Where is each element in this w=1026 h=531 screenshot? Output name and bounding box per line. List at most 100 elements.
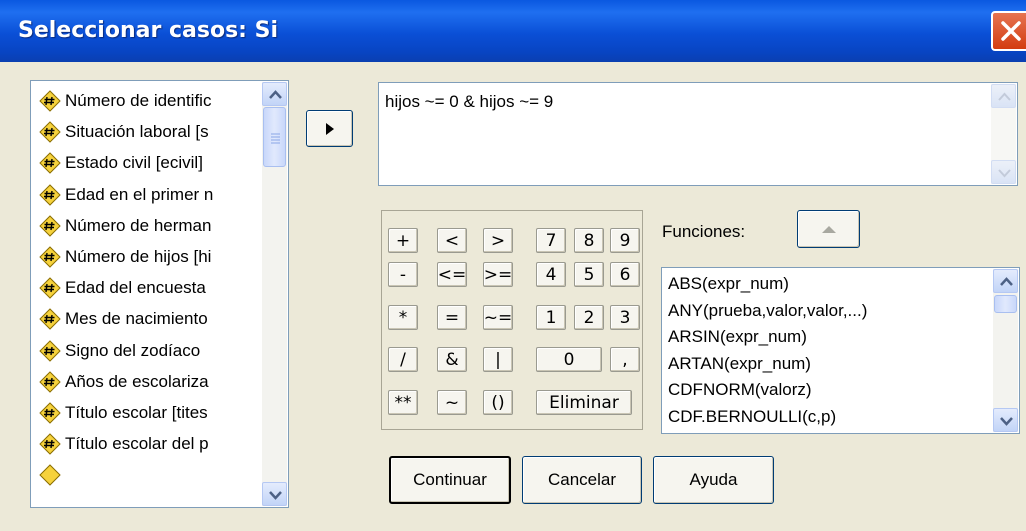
function-list-item[interactable]: ARTAN(expr_num) — [668, 353, 811, 374]
expression-textarea[interactable]: hijos ~= 0 & hijos ~= 9 — [378, 82, 1018, 186]
keypad-button[interactable]: > — [483, 228, 513, 253]
variable-list-item[interactable]: Título escolar del p — [39, 429, 209, 459]
keypad-button[interactable]: & — [437, 347, 467, 372]
expression-scroll-up[interactable] — [991, 84, 1016, 108]
keypad-button[interactable]: () — [483, 390, 513, 415]
keypad-button[interactable]: 4 — [536, 262, 566, 287]
variable-list[interactable]: Número de identific Situación laboral [s E… — [30, 80, 289, 508]
variable-list-item[interactable]: Situación laboral [s — [39, 117, 209, 147]
variable-label: Número de hijos [hi — [65, 247, 212, 266]
keypad-button[interactable]: >= — [483, 262, 513, 287]
keypad-button[interactable]: 8 — [574, 228, 604, 253]
keypad-label: , — [622, 349, 628, 370]
numeric-variable-icon — [39, 90, 61, 112]
function-list-item[interactable]: ARSIN(expr_num) — [668, 326, 807, 347]
variable-list-item[interactable]: Años de escolariza — [39, 367, 209, 397]
keypad-label: | — [495, 349, 501, 370]
variable-label: Años de escolariza — [65, 371, 209, 391]
variable-list-scrollbar[interactable] — [262, 82, 287, 506]
expression-scroll-down[interactable] — [991, 160, 1016, 184]
chevron-down-icon — [998, 169, 1011, 178]
numeric-variable-icon — [39, 464, 61, 487]
scroll-thumb[interactable] — [263, 107, 286, 167]
close-button[interactable] — [991, 11, 1026, 51]
move-variable-button[interactable] — [306, 110, 353, 147]
functions-label: Funciones: — [662, 222, 746, 241]
numeric-variable-icon — [39, 152, 61, 175]
variable-label: Estado civil [ecivil] — [65, 153, 203, 173]
chevron-up-icon — [1000, 277, 1013, 286]
keypad-button[interactable]: = — [437, 305, 467, 330]
keypad-label: > — [490, 230, 506, 251]
keypad-button[interactable]: , — [610, 347, 640, 372]
numeric-variable-icon — [39, 246, 61, 268]
keypad-button[interactable]: * — [388, 305, 418, 330]
title-bar: Seleccionar casos: Si — [0, 0, 1026, 62]
variable-list-item[interactable]: Número de herman — [39, 211, 211, 241]
chevron-up-icon — [269, 90, 282, 99]
continue-button[interactable]: Continuar — [389, 456, 511, 504]
variable-label: Edad en el primer n — [65, 184, 214, 204]
function-list-item[interactable]: ANY(prueba,valor,valor,...) — [668, 300, 867, 321]
functions-scroll-up[interactable] — [993, 269, 1018, 293]
keypad-label: () — [491, 392, 505, 413]
variable-list-item[interactable]: Mes de nacimiento — [39, 304, 208, 334]
help-button[interactable]: Ayuda — [653, 456, 774, 504]
keypad-button[interactable]: 7 — [536, 228, 566, 253]
variable-list-item[interactable]: Estado civil [ecivil] — [39, 148, 203, 178]
keypad-button[interactable]: ~ — [437, 390, 467, 415]
keypad-button[interactable]: ** — [388, 390, 418, 415]
variable-list-item[interactable]: Número de identific — [39, 86, 211, 116]
keypad-label: 7 — [545, 230, 557, 251]
continue-label: Continuar — [413, 470, 487, 489]
keypad-label: 1 — [545, 307, 557, 328]
keypad-button[interactable]: 5 — [574, 262, 604, 287]
keypad-button[interactable]: | — [483, 347, 513, 372]
keypad-label: + — [395, 230, 411, 251]
scroll-up-button[interactable] — [262, 82, 287, 106]
function-list-item[interactable]: CDF.BERNOULLI(c,p) — [668, 406, 836, 427]
keypad-button[interactable]: 3 — [610, 305, 640, 330]
keypad-button[interactable]: < — [437, 228, 467, 253]
close-icon — [1001, 21, 1021, 41]
variable-list-item-partial[interactable] — [39, 460, 61, 490]
function-list-item[interactable]: ABS(expr_num) — [668, 273, 789, 294]
arrow-right-icon — [325, 122, 334, 135]
variable-list-item[interactable]: Signo del zodíaco — [39, 336, 200, 366]
keypad-button[interactable]: 0 — [536, 347, 602, 372]
variable-label: Título escolar [tites — [65, 403, 208, 422]
scroll-down-button[interactable] — [262, 482, 287, 506]
keypad-button[interactable]: 6 — [610, 262, 640, 287]
variable-list-item[interactable]: Edad en el primer n — [39, 180, 213, 210]
keypad-button[interactable]: 9 — [610, 228, 640, 253]
keypad-label: < — [444, 230, 460, 251]
numeric-variable-icon — [39, 339, 61, 362]
cancel-button[interactable]: Cancelar — [522, 456, 642, 504]
keypad-button[interactable]: ~= — [483, 305, 513, 330]
variable-list-item[interactable]: Título escolar [tites — [39, 398, 208, 428]
functions-scrollbar[interactable] — [993, 269, 1018, 432]
keypad-button[interactable]: + — [388, 228, 418, 253]
variable-list-item[interactable]: Número de hijos [hi — [39, 242, 211, 272]
keypad-label: / — [400, 349, 406, 370]
keypad-button[interactable]: 2 — [574, 305, 604, 330]
functions-scroll-down[interactable] — [993, 408, 1018, 432]
keypad-label: 2 — [583, 307, 595, 328]
variable-list-item[interactable]: Edad del encuesta — [39, 273, 206, 303]
keypad-label: 8 — [583, 230, 595, 251]
keypad-button[interactable]: Eliminar — [536, 390, 632, 415]
keypad-button[interactable]: <= — [437, 262, 467, 287]
keypad-button[interactable]: / — [388, 347, 418, 372]
keypad-button[interactable]: - — [388, 262, 418, 287]
numeric-variable-icon — [39, 433, 61, 455]
keypad-label: * — [398, 307, 408, 328]
expression-scrollbar[interactable] — [991, 84, 1016, 184]
variable-label: Situación laboral [s — [65, 122, 209, 142]
insert-function-button[interactable] — [797, 210, 860, 248]
functions-scroll-thumb[interactable] — [994, 295, 1017, 313]
functions-list[interactable]: ABS(expr_num) ANY(prueba,valor,valor,...)… — [661, 267, 1020, 434]
function-list-item[interactable]: CDFNORM(valorz) — [668, 379, 812, 400]
keypad-label: & — [445, 349, 459, 370]
keypad-button[interactable]: 1 — [536, 305, 566, 330]
numeric-variable-icon — [39, 183, 61, 206]
